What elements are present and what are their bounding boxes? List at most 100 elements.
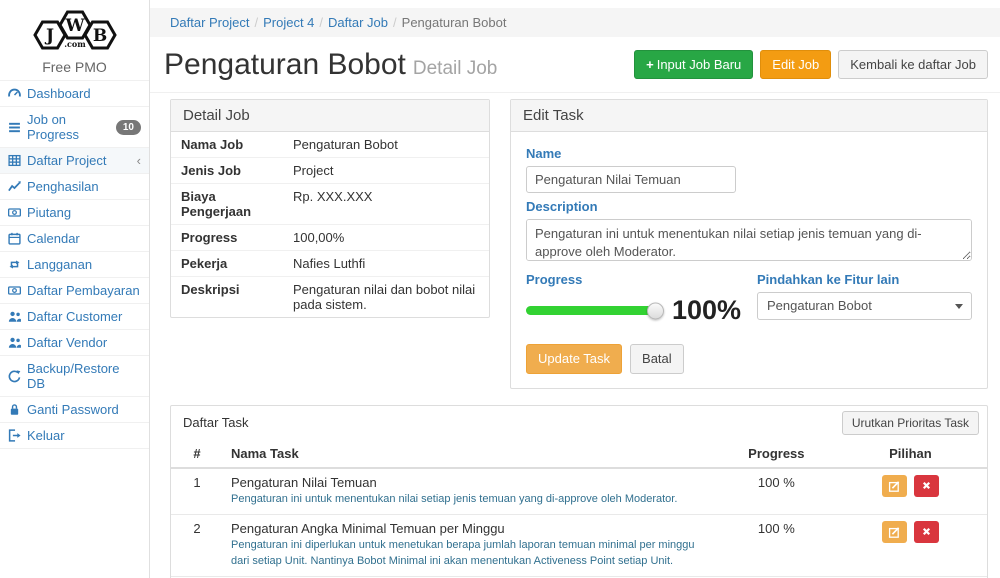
delete-task-button[interactable]: [914, 521, 939, 543]
task-table-header-row: # Nama Task Progress Pilihan: [171, 440, 987, 468]
sidebar-item-daftar-customer[interactable]: Daftar Customer: [0, 303, 149, 329]
breadcrumb: Daftar Project/Project 4/Daftar Job/Peng…: [150, 8, 1000, 37]
edit-task-button[interactable]: [882, 475, 907, 497]
brand[interactable]: J W B .com Free PMO: [0, 0, 149, 80]
detail-label: Pekerja: [171, 251, 283, 277]
breadcrumb-link-daftar-job[interactable]: Daftar Job: [328, 15, 388, 30]
sidebar-item-dashboard[interactable]: Dashboard: [0, 80, 149, 106]
users-icon: [8, 310, 21, 323]
kembali-ke-daftar-job-button[interactable]: Kembali ke daftar Job: [838, 50, 988, 80]
progress-grid: Progress 100% Update Task Batal: [526, 266, 972, 374]
chart-line-icon: [8, 180, 21, 193]
refresh-icon: [8, 370, 21, 383]
progress-slider-handle[interactable]: [647, 302, 664, 319]
edit-task-panel-title: Edit Task: [511, 100, 987, 132]
sidebar-item-langganan[interactable]: Langganan: [0, 251, 149, 277]
sidebar-item-penghasilan[interactable]: Penghasilan: [0, 173, 149, 199]
sidebar-item-daftar-project[interactable]: Daftar Project ‹: [0, 147, 149, 173]
sidebar-item-label: Daftar Customer: [27, 309, 122, 324]
sidebar-item-job-on-progress[interactable]: Job on Progress 10: [0, 106, 149, 147]
detail-label: Biaya Pengerjaan: [171, 184, 283, 225]
column-header-progress: Progress: [719, 440, 834, 468]
description-label: Description: [526, 199, 972, 214]
sign-out-icon: [8, 429, 21, 442]
sidebar-item-label: Backup/Restore DB: [27, 361, 141, 391]
detail-job-table: Nama Job Pengaturan Bobot Jenis Job Proj…: [171, 132, 489, 317]
daftar-task-heading: Daftar Task Urutkan Prioritas Task: [171, 406, 987, 440]
detail-label: Progress: [171, 225, 283, 251]
sidebar-item-daftar-pembayaran[interactable]: Daftar Pembayaran: [0, 277, 149, 303]
breadcrumb-link-daftar-project[interactable]: Daftar Project: [170, 15, 249, 30]
sidebar-item-label: Keluar: [27, 428, 65, 443]
x-icon: [921, 526, 932, 537]
page-header: Pengaturan BobotDetail Job +Input Job Ba…: [150, 37, 1000, 93]
sidebar-item-daftar-vendor[interactable]: Daftar Vendor: [0, 329, 149, 355]
jwb-logo-icon: J W B .com: [29, 7, 121, 54]
batal-button[interactable]: Batal: [630, 344, 684, 374]
sidebar-item-label: Piutang: [27, 205, 71, 220]
task-description-textarea[interactable]: Pengaturan ini untuk menentukan nilai se…: [526, 219, 972, 261]
edit-task-button[interactable]: [882, 521, 907, 543]
table-row: Pekerja Nafies Luthfi: [171, 251, 489, 277]
sidebar-item-backup-restore-db[interactable]: Backup/Restore DB: [0, 355, 149, 396]
page-title-text: Pengaturan Bobot: [164, 48, 406, 81]
lock-icon: [8, 403, 21, 416]
list-icon: [8, 121, 21, 134]
sidebar-item-ganti-password[interactable]: Ganti Password: [0, 396, 149, 422]
slider-row: 100%: [526, 295, 757, 326]
plus-icon: +: [646, 57, 654, 72]
table-icon: [8, 154, 21, 167]
breadcrumb-link-project-4[interactable]: Project 4: [263, 15, 314, 30]
move-feature-label: Pindahkan ke Fitur lain: [757, 272, 972, 287]
daftar-task-panel: Daftar Task Urutkan Prioritas Task # Nam…: [170, 405, 988, 578]
caret-down-icon: [955, 304, 963, 309]
task-actions: [834, 468, 987, 514]
sidebar-item-piutang[interactable]: Piutang: [0, 199, 149, 225]
delete-task-button[interactable]: [914, 475, 939, 497]
progress-slider-fill: [526, 306, 656, 315]
task-number: 1: [171, 468, 223, 514]
task-name-input[interactable]: [526, 166, 736, 193]
breadcrumb-separator: /: [249, 15, 263, 30]
update-task-button[interactable]: Update Task: [526, 344, 622, 374]
progress-slider[interactable]: [526, 306, 656, 315]
sidebar-item-label: Daftar Project: [27, 153, 106, 168]
table-row: Deskripsi Pengaturan nilai dan bobot nil…: [171, 277, 489, 318]
sidebar-item-keluar[interactable]: Keluar: [0, 422, 149, 449]
pencil-square-icon: [888, 480, 900, 492]
table-row: Biaya Pengerjaan Rp. XXX.XXX: [171, 184, 489, 225]
sidebar-item-label: Dashboard: [27, 86, 91, 101]
select-value: Pengaturan Bobot: [767, 298, 872, 313]
svg-text:.com: .com: [64, 39, 86, 49]
move-to-feature-select[interactable]: Pengaturan Bobot: [757, 292, 972, 320]
input-job-baru-button[interactable]: +Input Job Baru: [634, 50, 753, 80]
progress-column: Progress 100% Update Task Batal: [526, 266, 757, 374]
breadcrumb-separator: /: [388, 15, 402, 30]
sidebar-item-label: Langganan: [27, 257, 92, 272]
task-name-cell: Pengaturan Angka Minimal Temuan per Ming…: [223, 514, 719, 576]
x-icon: [921, 480, 932, 491]
detail-label: Nama Job: [171, 132, 283, 158]
edit-job-button[interactable]: Edit Job: [760, 50, 831, 80]
brand-name: Free PMO: [0, 59, 149, 75]
detail-label: Deskripsi: [171, 277, 283, 318]
column-header-num: #: [171, 440, 223, 468]
retweet-icon: [8, 258, 21, 271]
panels-row: Detail Job Nama Job Pengaturan Bobot Jen…: [150, 93, 1000, 389]
urutkan-prioritas-task-button[interactable]: Urutkan Prioritas Task: [842, 411, 979, 435]
sidebar-item-calendar[interactable]: Calendar: [0, 225, 149, 251]
sidebar-item-label: Calendar: [27, 231, 80, 246]
sidebar-nav: Dashboard Job on Progress 10: [0, 80, 149, 449]
edit-task-panel: Edit Task Name Description Pengaturan in…: [510, 99, 988, 389]
sidebar-item-label: Job on Progress: [27, 112, 110, 142]
chevron-left-icon: ‹: [137, 153, 141, 168]
detail-value: Pengaturan Bobot: [283, 132, 489, 158]
header-buttons: +Input Job Baru Edit Job Kembali ke daft…: [634, 50, 988, 80]
detail-label: Jenis Job: [171, 158, 283, 184]
app-root: J W B .com Free PMO Dashboard: [0, 0, 1000, 578]
task-name: Pengaturan Nilai Temuan: [231, 475, 711, 490]
detail-job-panel: Detail Job Nama Job Pengaturan Bobot Jen…: [170, 99, 490, 318]
table-row: Progress 100,00%: [171, 225, 489, 251]
task-name-cell: Pengaturan Nilai Temuan Pengaturan ini u…: [223, 468, 719, 514]
task-table: # Nama Task Progress Pilihan 1 Pengatura…: [171, 440, 987, 578]
